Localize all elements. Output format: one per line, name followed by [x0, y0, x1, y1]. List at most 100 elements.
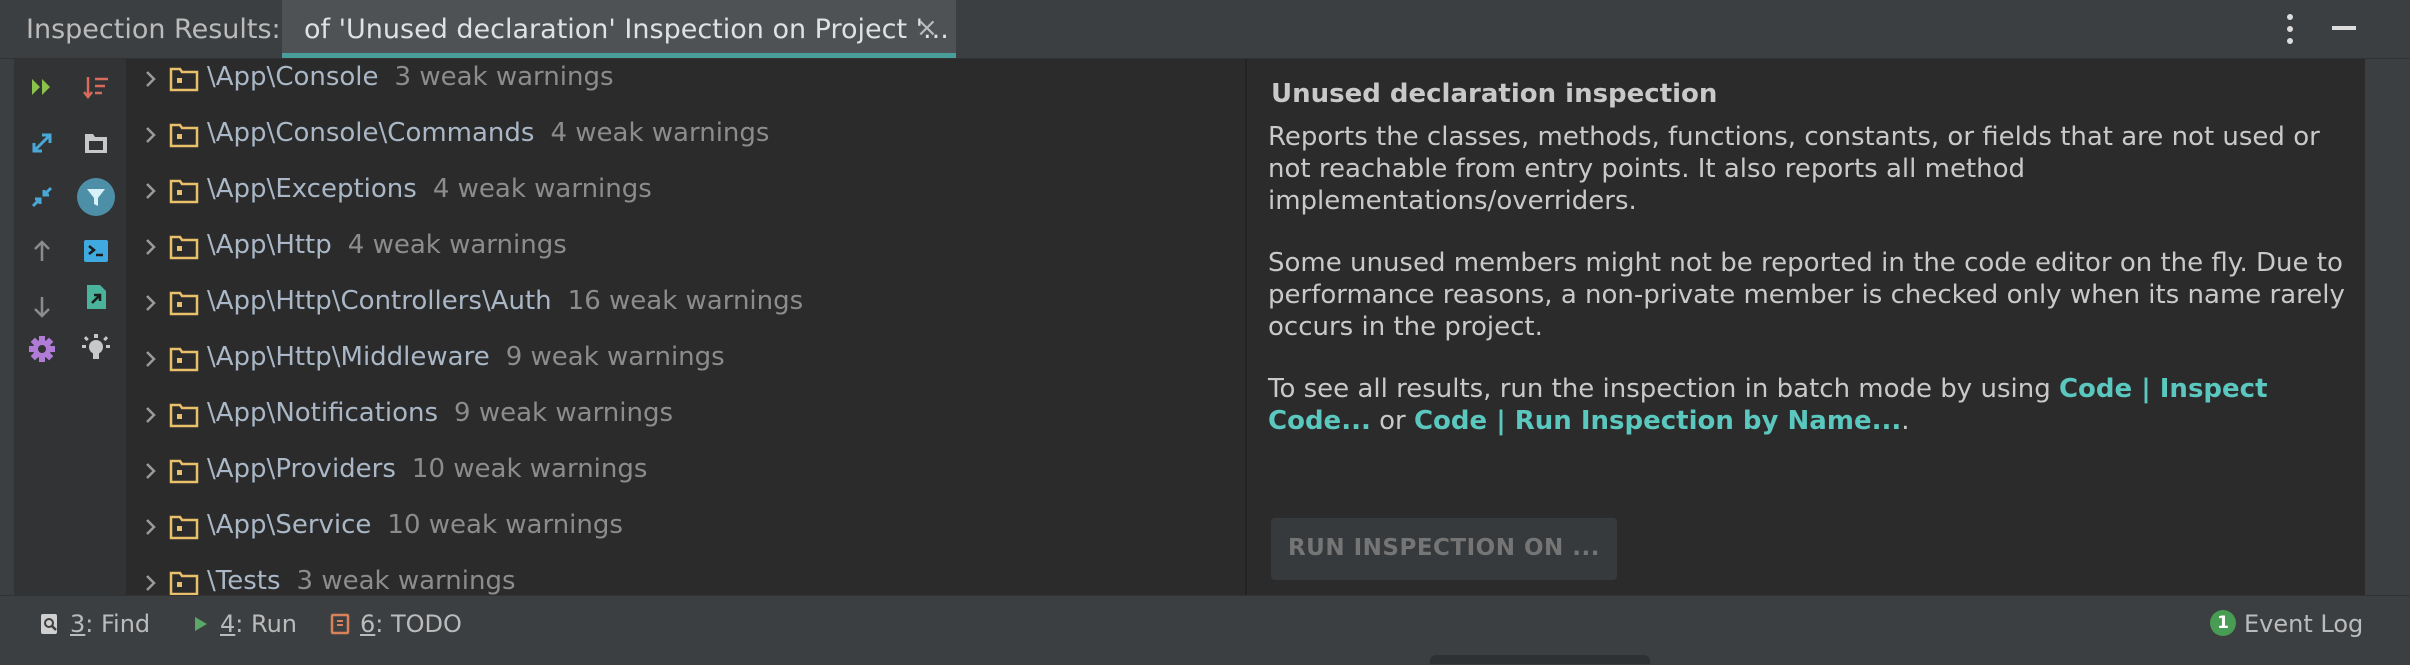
find-icon — [41, 614, 57, 634]
inspection-description-panel: Unused declaration inspection Reports th… — [1247, 59, 2365, 595]
previous-occurrence-icon[interactable] — [22, 231, 62, 271]
tab-label[interactable]: of 'Unused declaration' Inspection on Pr… — [304, 14, 949, 45]
text-span: . — [1901, 406, 1910, 436]
folder-name: \App\Service — [207, 510, 372, 540]
run-icon — [195, 617, 207, 631]
chevron-right-icon[interactable] — [141, 235, 161, 259]
text-line: performance reasons, a non-private membe… — [1268, 280, 2345, 310]
folder-icon — [169, 347, 199, 372]
run-inspection-by-name-link[interactable]: Code | Run Inspection by Name... — [1414, 406, 1901, 436]
folder-icon — [169, 571, 199, 595]
close-icon[interactable]: × — [916, 14, 938, 42]
export-icon[interactable] — [76, 277, 116, 317]
folder-name: \App\Console\Commands — [207, 118, 535, 148]
text-line: Code... or Code | Run Inspection by Name… — [1268, 405, 2348, 437]
folder-icon — [169, 235, 199, 260]
group-by-directory-icon[interactable] — [76, 123, 116, 163]
todo-tool-button[interactable]: 6: TODO — [328, 606, 462, 646]
find-shortcut: 3 — [70, 610, 86, 638]
description-paragraph-1: Reports the classes, methods, functions,… — [1268, 121, 2348, 217]
text-line: Some unused members might not be reporte… — [1268, 248, 2343, 278]
chevron-right-icon[interactable] — [141, 347, 161, 371]
chevron-right-icon[interactable] — [141, 515, 161, 539]
tree-row[interactable]: \Tests 3 weak warnings — [127, 563, 1245, 595]
run-tool-button[interactable]: 4: Run — [188, 606, 298, 646]
sort-icon[interactable] — [76, 67, 116, 107]
find-tool-button[interactable]: 3: Find — [38, 606, 158, 646]
warning-count: 3 weak warnings — [394, 62, 614, 92]
collapse-all-icon[interactable] — [22, 177, 62, 217]
tree-row[interactable]: \App\Http 4 weak warnings — [127, 227, 1245, 283]
folder-icon — [169, 123, 199, 148]
chevron-right-icon[interactable] — [141, 459, 161, 483]
filter-icon[interactable] — [76, 177, 116, 217]
autoscroll-to-source-icon[interactable] — [76, 231, 116, 271]
event-count-badge: 1 — [2210, 610, 2236, 636]
tree-row[interactable]: \App\Exceptions 4 weak warnings — [127, 171, 1245, 227]
chevron-right-icon[interactable] — [141, 571, 161, 595]
inspect-code-link[interactable]: Code | Inspect — [2059, 374, 2268, 404]
folder-name: \App\Exceptions — [207, 174, 417, 204]
folder-name: \App\Console — [207, 62, 379, 92]
find-label: : Find — [85, 610, 151, 638]
todo-shortcut: 6 — [360, 610, 376, 638]
folder-icon — [169, 179, 199, 204]
horizontal-scrollbar[interactable] — [1430, 655, 1650, 664]
folder-name: \App\Http — [207, 230, 332, 260]
warning-count: 9 weak warnings — [505, 342, 725, 372]
folder-name: \App\Providers — [207, 454, 396, 484]
inspect-code-link[interactable]: Code... — [1268, 406, 1371, 436]
expand-all-icon[interactable] — [22, 123, 62, 163]
tree-row[interactable]: \App\Console 3 weak warnings — [127, 59, 1245, 115]
tree-row[interactable]: \App\Http\Middleware 9 weak warnings — [127, 339, 1245, 395]
description-paragraph-3: To see all results, run the inspection i… — [1268, 373, 2348, 437]
inspection-toolbar — [14, 59, 127, 595]
chevron-right-icon[interactable] — [141, 403, 161, 427]
text-span: or — [1370, 406, 1414, 436]
chevron-right-icon[interactable] — [141, 67, 161, 91]
tool-window-bar: 3: Find 4: Run 6: TODO 1 Event Log — [0, 595, 2410, 665]
results-tree[interactable]: \App\Console 3 weak warnings \App\Console… — [127, 59, 1245, 595]
text-line: not reachable from entry points. It also… — [1268, 154, 2026, 184]
tree-row[interactable]: \App\Http\Controllers\Auth 16 weak warnin… — [127, 283, 1245, 339]
minimize-icon[interactable] — [2330, 14, 2358, 44]
folder-icon — [169, 459, 199, 484]
warning-count: 4 weak warnings — [432, 174, 652, 204]
next-occurrence-icon[interactable] — [22, 287, 62, 327]
quick-fix-icon[interactable] — [76, 329, 116, 369]
tree-row[interactable]: \App\Providers 10 weak warnings — [127, 451, 1245, 507]
folder-name: \App\Http\Controllers\Auth — [207, 286, 552, 316]
run-inspection-button[interactable]: RUN INSPECTION ON ... — [1271, 518, 1617, 580]
folder-icon — [169, 67, 199, 92]
tool-window-header: Inspection Results: of 'Unused declarati… — [0, 0, 2410, 59]
folder-name: \App\Notifications — [207, 398, 439, 428]
chevron-right-icon[interactable] — [141, 291, 161, 315]
todo-label: : TODO — [375, 610, 462, 638]
left-tool-stripe — [0, 59, 14, 595]
text-span: To see all results, run the inspection i… — [1268, 374, 2059, 404]
rerun-icon[interactable] — [22, 67, 62, 107]
more-options-icon[interactable] — [2280, 12, 2300, 46]
tree-row[interactable]: \App\Service 10 weak warnings — [127, 507, 1245, 563]
text-line: occurs in the project. — [1268, 312, 1543, 342]
tab-inspection-result[interactable]: of 'Unused declaration' Inspection on Pr… — [282, 0, 956, 58]
text-line: implementations/overriders. — [1268, 186, 1637, 216]
warning-count: 10 weak warnings — [411, 454, 648, 484]
warning-count: 4 weak warnings — [347, 230, 567, 260]
right-tool-stripe — [2365, 59, 2410, 595]
description-paragraph-2: Some unused members might not be reporte… — [1268, 247, 2348, 343]
warning-count: 4 weak warnings — [550, 118, 770, 148]
tree-row[interactable]: \App\Notifications 9 weak warnings — [127, 395, 1245, 451]
tool-window-title: Inspection Results: — [26, 14, 281, 45]
tab-active-indicator — [282, 53, 956, 58]
warning-count: 16 weak warnings — [567, 286, 804, 316]
chevron-right-icon[interactable] — [141, 179, 161, 203]
todo-icon — [330, 613, 350, 635]
folder-icon — [169, 291, 199, 316]
folder-name: \Tests — [207, 566, 281, 595]
chevron-right-icon[interactable] — [141, 123, 161, 147]
description-title: Unused declaration inspection — [1271, 79, 1718, 109]
event-log-button[interactable]: 1 Event Log — [2210, 606, 2363, 646]
tree-row[interactable]: \App\Console\Commands 4 weak warnings — [127, 115, 1245, 171]
settings-icon[interactable] — [22, 329, 62, 369]
